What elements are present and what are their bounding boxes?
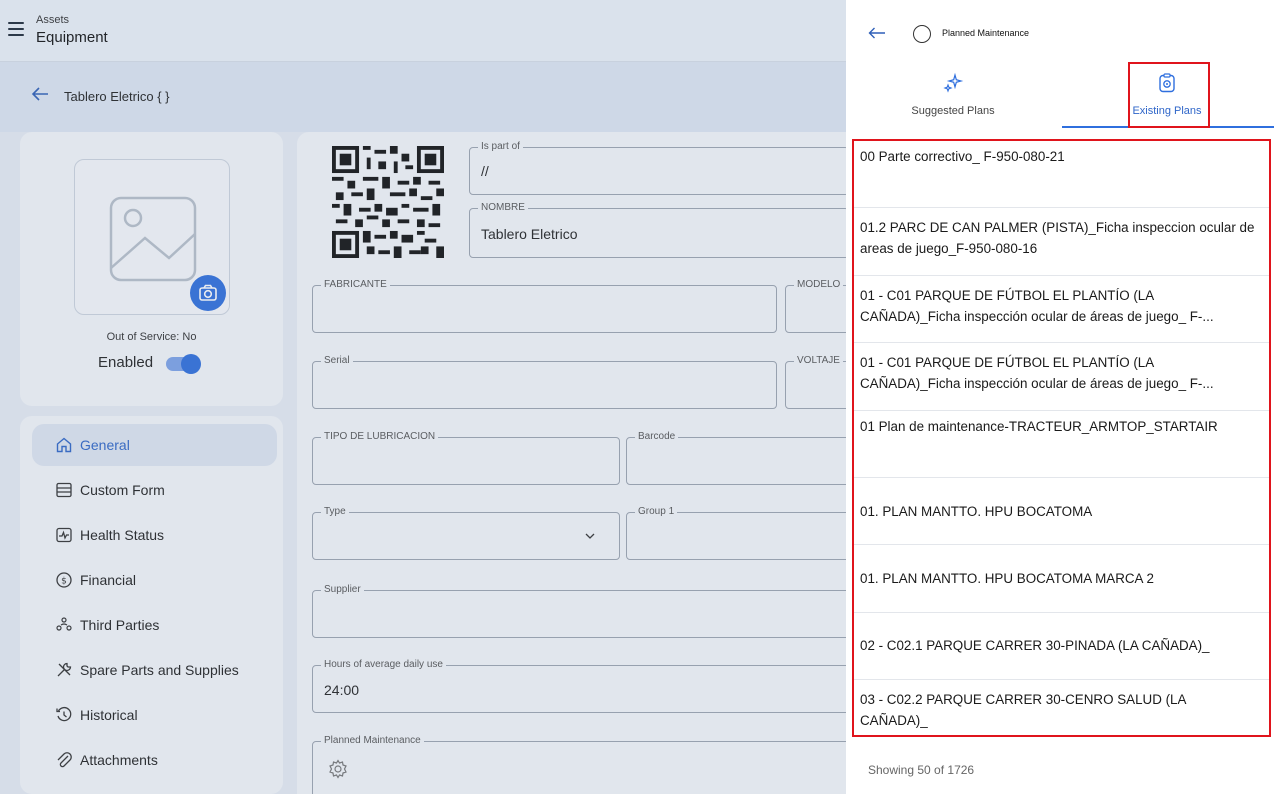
results-count: Showing 50 of 1726 bbox=[868, 763, 975, 777]
panel-header: Planned Maintenance bbox=[846, 0, 1274, 62]
list-item[interactable]: 01. PLAN MANTTO. HPU BOCATOMA bbox=[854, 478, 1269, 546]
list-item[interactable]: 01 - C01 PARQUE DE FÚTBOL EL PLANTÍO (LA… bbox=[854, 343, 1269, 411]
plan-name: 01 - C01 PARQUE DE FÚTBOL EL PLANTÍO (LA… bbox=[860, 355, 1214, 392]
tab-suggested-plans[interactable]: Suggested Plans bbox=[846, 62, 1060, 128]
plan-name: 02 - C02.1 PARQUE CARRER 30-PINADA (LA C… bbox=[860, 638, 1210, 654]
plan-name: 01 Plan de maintenance-TRACTEUR_ARMTOP_S… bbox=[860, 418, 1218, 434]
tab-label: Suggested Plans bbox=[911, 105, 995, 117]
plan-name: 01.2 PARC DE CAN PALMER (PISTA)_Ficha in… bbox=[860, 220, 1255, 257]
sparkle-icon bbox=[943, 72, 964, 93]
panel-title: Planned Maintenance bbox=[942, 28, 1030, 38]
list-item[interactable]: 01 - C01 PARQUE DE FÚTBOL EL PLANTÍO (LA… bbox=[854, 276, 1269, 344]
modal-scrim[interactable] bbox=[0, 0, 846, 794]
list-item[interactable]: 01.2 PARC DE CAN PALMER (PISTA)_Ficha in… bbox=[854, 208, 1269, 276]
plan-name: 01. PLAN MANTTO. HPU BOCATOMA bbox=[860, 503, 1093, 519]
list-item[interactable]: 03 - C02.2 PARQUE CARRER 30-CENRO SALUD … bbox=[854, 680, 1269, 735]
plan-name: 01 - C01 PARQUE DE FÚTBOL EL PLANTÍO (LA… bbox=[860, 287, 1214, 324]
list-item[interactable]: 01. PLAN MANTTO. HPU BOCATOMA MARCA 2 bbox=[854, 545, 1269, 613]
back-arrow-icon[interactable] bbox=[868, 27, 886, 39]
search-icon[interactable] bbox=[913, 25, 931, 43]
plan-name: 00 Parte correctivo_ F-950-080-21 bbox=[860, 149, 1065, 164]
list-item[interactable]: 01 Plan de maintenance-TRACTEUR_ARMTOP_S… bbox=[854, 411, 1269, 478]
existing-plans-list: 00 Parte correctivo_ F-950-080-21 01.2 P… bbox=[852, 139, 1271, 737]
plan-name: 03 - C02.2 PARQUE CARRER 30-CENRO SALUD … bbox=[860, 692, 1186, 729]
list-item[interactable]: 02 - C02.1 PARQUE CARRER 30-PINADA (LA C… bbox=[854, 613, 1269, 681]
tab-highlight-box bbox=[1128, 62, 1210, 128]
planned-maintenance-panel: Planned Maintenance Suggested Plans Exis… bbox=[846, 0, 1274, 794]
list-item[interactable]: 00 Parte correctivo_ F-950-080-21 bbox=[854, 141, 1269, 209]
plan-name: 01. PLAN MANTTO. HPU BOCATOMA MARCA 2 bbox=[860, 571, 1154, 587]
